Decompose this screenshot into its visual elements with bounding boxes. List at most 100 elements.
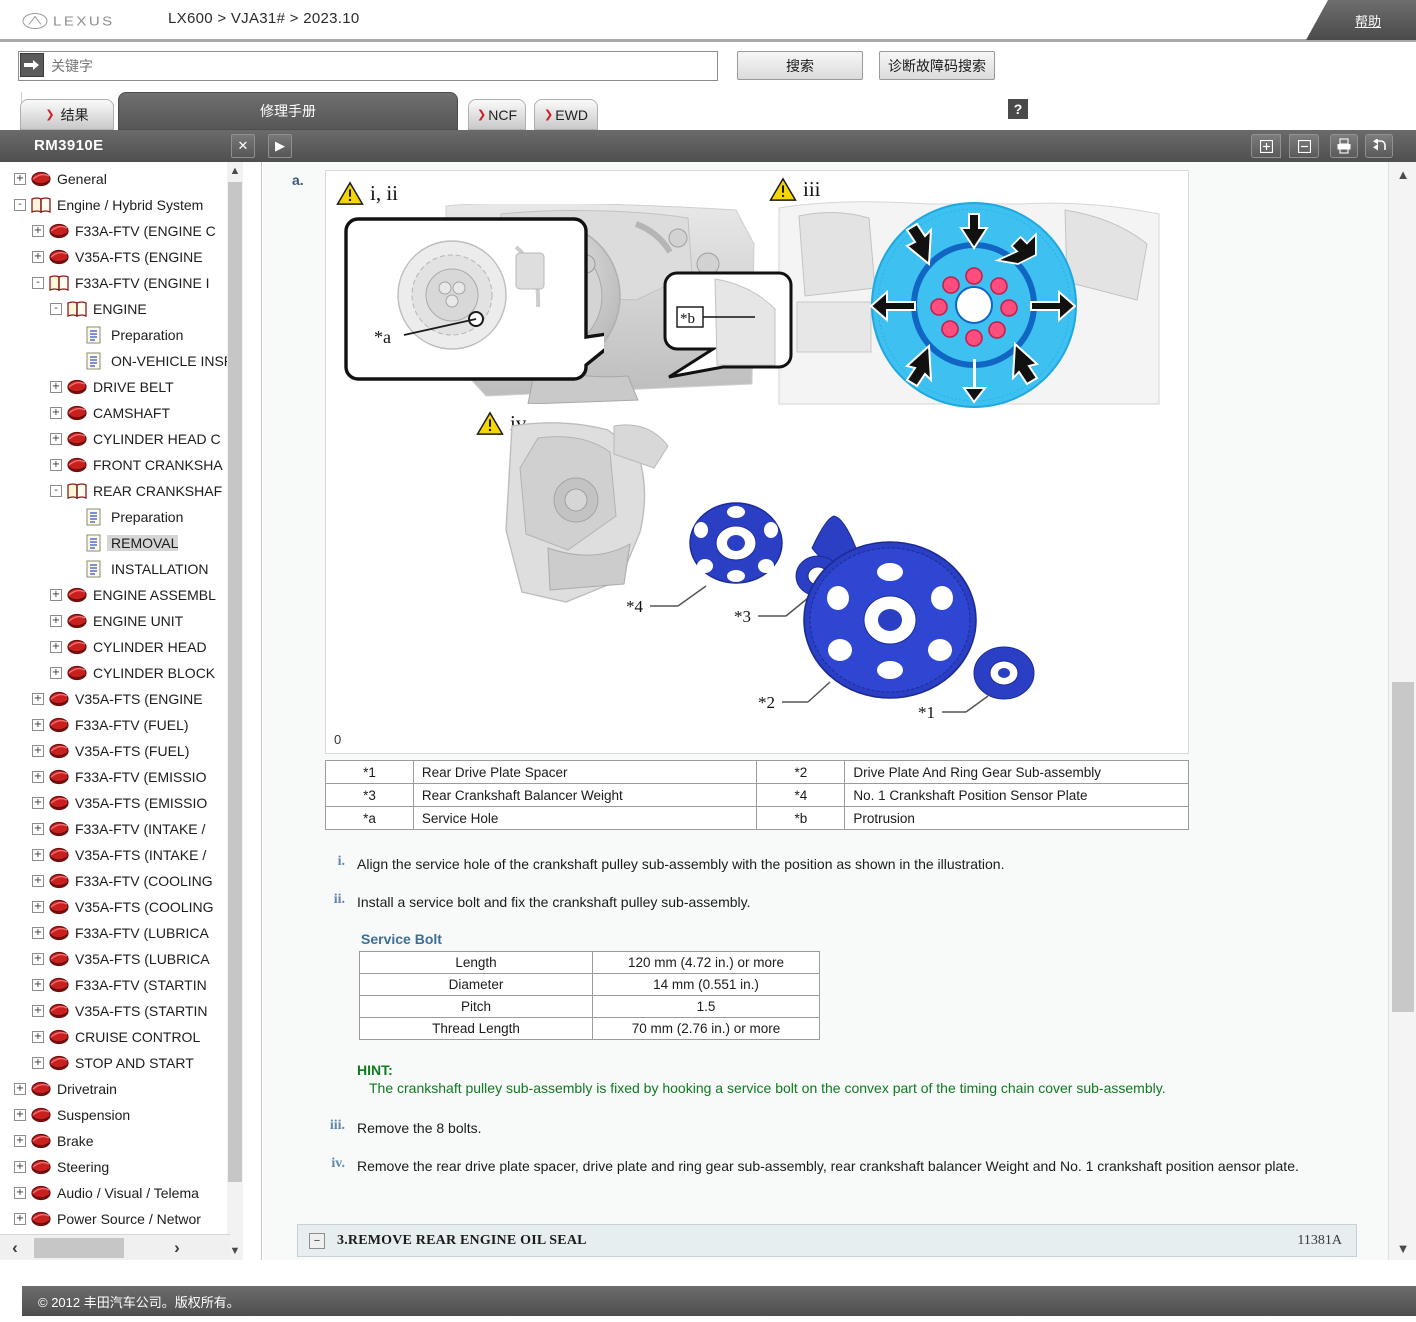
tree-item-v35a-fts-fuel[interactable]: +V35A-FTS (FUEL) — [0, 738, 236, 764]
tree-hscroll-thumb[interactable] — [34, 1238, 124, 1258]
tree-item-cylinder-head[interactable]: +CYLINDER HEAD — [0, 634, 236, 660]
tree-item-f33a-ftv-lubrica[interactable]: +F33A-FTV (LUBRICA — [0, 920, 236, 946]
expand-icon[interactable]: + — [14, 1161, 26, 1173]
tree-item-drive-belt[interactable]: +DRIVE BELT — [0, 374, 236, 400]
expand-icon[interactable]: + — [32, 797, 44, 809]
expand-icon[interactable]: + — [14, 173, 26, 185]
tree-item-v35a-fts-cooling[interactable]: +V35A-FTS (COOLING — [0, 894, 236, 920]
collapse-icon[interactable]: - — [14, 199, 26, 211]
expand-icon[interactable]: + — [50, 615, 62, 627]
expand-icon[interactable]: + — [50, 407, 62, 419]
keyword-input[interactable] — [18, 51, 718, 81]
tree-item-removal[interactable]: REMOVAL — [0, 530, 236, 556]
expand-icon[interactable]: + — [32, 927, 44, 939]
expand-icon[interactable]: + — [14, 1109, 26, 1121]
close-tree-button[interactable]: ✕ — [231, 134, 255, 158]
tree-item-v35a-fts-lubrica[interactable]: +V35A-FTS (LUBRICA — [0, 946, 236, 972]
collapse-icon[interactable]: - — [32, 277, 44, 289]
tree-item-v35a-fts-engine[interactable]: +V35A-FTS (ENGINE — [0, 244, 236, 270]
tree-scroll-thumb[interactable] — [228, 182, 242, 1182]
tree-item-power-source-networ[interactable]: +Power Source / Networ — [0, 1206, 236, 1232]
tree-item-cylinder-block[interactable]: +CYLINDER BLOCK — [0, 660, 236, 686]
expand-icon[interactable]: + — [14, 1213, 26, 1225]
tree-item-v35a-fts-intake[interactable]: +V35A-FTS (INTAKE / — [0, 842, 236, 868]
tree-item-cruise-control[interactable]: +CRUISE CONTROL — [0, 1024, 236, 1050]
tree-item-preparation[interactable]: Preparation — [0, 322, 236, 348]
expand-icon[interactable]: + — [32, 875, 44, 887]
expand-icon[interactable]: + — [32, 901, 44, 913]
tree-horizontal-scrollbar[interactable]: ‹ › — [0, 1234, 230, 1260]
tree-item-engine-hybrid-system[interactable]: -Engine / Hybrid System — [0, 192, 236, 218]
tree-item-front-cranksha[interactable]: +FRONT CRANKSHA — [0, 452, 236, 478]
collapse-icon[interactable]: - — [50, 485, 62, 497]
expand-icon[interactable]: + — [50, 381, 62, 393]
expand-icon[interactable]: + — [14, 1083, 26, 1095]
tab-ncf[interactable]: ❯ NCF — [468, 99, 526, 130]
expand-icon[interactable]: + — [50, 459, 62, 471]
search-button[interactable]: 搜索 — [737, 51, 863, 80]
tab-ewd[interactable]: ❯ EWD — [534, 99, 598, 130]
tab-results[interactable]: ❯ 结果 — [20, 99, 114, 130]
expand-icon[interactable]: + — [32, 953, 44, 965]
expand-icon[interactable]: + — [32, 849, 44, 861]
tree-scroll-up-icon[interactable]: ▲ — [227, 162, 243, 180]
tree-scroll-left-icon[interactable]: ‹ — [4, 1237, 26, 1259]
tree-item-suspension[interactable]: +Suspension — [0, 1102, 236, 1128]
tree-item-audio-visual-telema[interactable]: +Audio / Visual / Telema — [0, 1180, 236, 1206]
tree-item-engine-assembl[interactable]: +ENGINE ASSEMBL — [0, 582, 236, 608]
tree-item-drivetrain[interactable]: +Drivetrain — [0, 1076, 236, 1102]
doc-scroll-down-icon[interactable]: ▼ — [1389, 1236, 1416, 1260]
expand-icon[interactable]: + — [32, 1005, 44, 1017]
tree-item-v35a-fts-startin[interactable]: +V35A-FTS (STARTIN — [0, 998, 236, 1024]
expand-icon[interactable]: + — [32, 823, 44, 835]
tree-item-v35a-fts-engine[interactable]: +V35A-FTS (ENGINE — [0, 686, 236, 712]
expand-icon[interactable]: + — [50, 433, 62, 445]
tree-item-f33a-ftv-intake[interactable]: +F33A-FTV (INTAKE / — [0, 816, 236, 842]
tree-item-f33a-ftv-cooling[interactable]: +F33A-FTV (COOLING — [0, 868, 236, 894]
tree-item-f33a-ftv-emissio[interactable]: +F33A-FTV (EMISSIO — [0, 764, 236, 790]
tree-item-f33a-ftv-startin[interactable]: +F33A-FTV (STARTIN — [0, 972, 236, 998]
expand-icon[interactable]: + — [32, 979, 44, 991]
tree-item-camshaft[interactable]: +CAMSHAFT — [0, 400, 236, 426]
doc-scroll-up-icon[interactable]: ▲ — [1389, 162, 1416, 186]
expand-icon[interactable]: + — [32, 719, 44, 731]
expand-all-icon[interactable] — [1251, 134, 1281, 158]
tree-item-engine-unit[interactable]: +ENGINE UNIT — [0, 608, 236, 634]
tree-item-f33a-ftv-fuel[interactable]: +F33A-FTV (FUEL) — [0, 712, 236, 738]
back-arrow-icon[interactable] — [1365, 134, 1393, 158]
expand-icon[interactable]: + — [32, 1031, 44, 1043]
collapse-all-icon[interactable] — [1289, 134, 1319, 158]
section-collapse-icon[interactable]: − — [309, 1233, 325, 1249]
print-icon[interactable] — [1330, 134, 1358, 158]
expand-icon[interactable]: + — [50, 589, 62, 601]
section-collapsible-bar[interactable]: − 3.REMOVE REAR ENGINE OIL SEAL 11381A — [297, 1224, 1357, 1257]
tree-item-cylinder-head-c[interactable]: +CYLINDER HEAD C — [0, 426, 236, 452]
expand-icon[interactable]: + — [14, 1187, 26, 1199]
tree-item-f33a-ftv-engine-i[interactable]: -F33A-FTV (ENGINE I — [0, 270, 236, 296]
doc-scroll-thumb[interactable] — [1392, 682, 1414, 1012]
tab-repair-manual[interactable]: 修理手册 — [118, 92, 458, 130]
tree-item-v35a-fts-emissio[interactable]: +V35A-FTS (EMISSIO — [0, 790, 236, 816]
tree-item-steering[interactable]: +Steering — [0, 1154, 236, 1180]
expand-icon[interactable]: + — [32, 225, 44, 237]
help-tab[interactable]: 帮助 — [1306, 0, 1416, 40]
tree-item-rear-crankshaf[interactable]: -REAR CRANKSHAF — [0, 478, 236, 504]
tree-vertical-scrollbar[interactable]: ▲ ▼ — [227, 162, 243, 1260]
tree-item-f33a-ftv-engine-c[interactable]: +F33A-FTV (ENGINE C — [0, 218, 236, 244]
expand-icon[interactable]: + — [32, 745, 44, 757]
dtc-search-button[interactable]: 诊断故障码搜索 — [879, 51, 995, 80]
tree-item-brake[interactable]: +Brake — [0, 1128, 236, 1154]
tree-item-on-vehicle-insp[interactable]: ON-VEHICLE INSP — [0, 348, 236, 374]
expand-icon[interactable]: + — [32, 771, 44, 783]
expand-icon[interactable]: + — [50, 641, 62, 653]
document-vertical-scrollbar[interactable]: ▲ ▼ — [1388, 162, 1416, 1260]
tree-scroll-right-icon[interactable]: › — [166, 1237, 188, 1259]
open-tree-button[interactable]: ▶ — [268, 134, 292, 158]
expand-icon[interactable]: + — [32, 1057, 44, 1069]
tree-item-stop-and-start[interactable]: +STOP AND START — [0, 1050, 236, 1076]
expand-icon[interactable]: + — [14, 1135, 26, 1147]
tree-item-installation[interactable]: INSTALLATION — [0, 556, 236, 582]
expand-icon[interactable]: + — [32, 693, 44, 705]
tree-item-engine[interactable]: -ENGINE — [0, 296, 236, 322]
tree-item-preparation[interactable]: Preparation — [0, 504, 236, 530]
